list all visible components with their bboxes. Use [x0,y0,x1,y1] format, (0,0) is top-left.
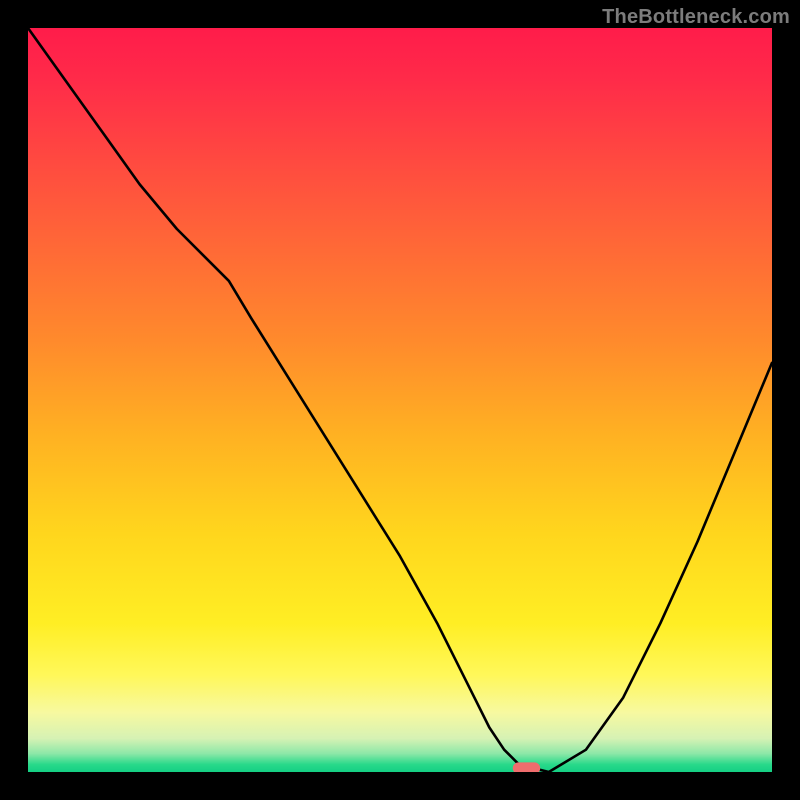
bottleneck-curve [28,28,772,772]
chart-frame: { "watermark": "TheBottleneck.com", "col… [0,0,800,800]
watermark-text: TheBottleneck.com [602,6,790,29]
minimum-marker [513,762,541,772]
plot-area [28,28,772,772]
curve-layer [28,28,772,772]
